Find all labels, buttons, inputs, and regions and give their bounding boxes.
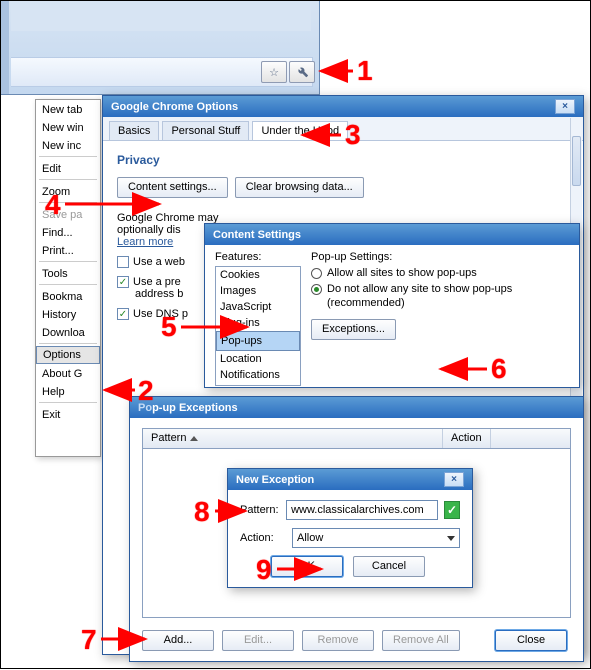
exceptions-titlebar: PoPop-up Exceptionsp-up Exceptions bbox=[130, 397, 583, 418]
chevron-down-icon bbox=[447, 536, 455, 541]
browser-titlebar bbox=[11, 5, 311, 31]
annotation-6: 6 bbox=[491, 353, 507, 385]
feature-item-javascript[interactable]: JavaScript bbox=[216, 299, 300, 315]
sort-ascending-icon bbox=[190, 436, 198, 441]
menu-item-new-incognito[interactable]: New inc bbox=[36, 136, 100, 154]
annotation-9: 9 bbox=[256, 554, 272, 586]
annotation-3: 3 bbox=[345, 119, 361, 151]
options-tabs: Basics Personal Stuff Under the Hood bbox=[103, 117, 583, 141]
checkbox-prediction[interactable]: ✓ bbox=[117, 276, 129, 288]
feature-item-popups[interactable]: Pop-ups bbox=[216, 331, 300, 351]
close-button[interactable]: Close bbox=[495, 630, 567, 651]
wrench-menu-button[interactable] bbox=[289, 61, 315, 83]
tab-basics[interactable]: Basics bbox=[109, 121, 159, 140]
remove-all-button[interactable]: Remove All bbox=[382, 630, 460, 651]
feature-item-plugins[interactable]: Plug-ins bbox=[216, 315, 300, 331]
menu-item-print[interactable]: Print... bbox=[36, 241, 100, 259]
feature-item-notifications[interactable]: Notifications bbox=[216, 367, 300, 383]
content-settings-window: Content Settings Features: Cookies Image… bbox=[204, 223, 580, 388]
wrench-icon bbox=[295, 64, 309, 81]
feature-item-location[interactable]: Location bbox=[216, 351, 300, 367]
close-button[interactable]: × bbox=[555, 99, 575, 114]
menu-item-help[interactable]: Help bbox=[36, 382, 100, 400]
checkbox-label: Use a web bbox=[133, 256, 185, 268]
star-icon: ☆ bbox=[269, 66, 279, 79]
checkbox-label: Use a pre bbox=[133, 276, 181, 288]
cancel-button[interactable]: Cancel bbox=[353, 556, 425, 577]
checkbox-web-service[interactable] bbox=[117, 256, 129, 268]
annotation-2: 2 bbox=[138, 375, 154, 407]
annotation-1: 1 bbox=[357, 55, 373, 87]
exceptions-table-header: Pattern Action bbox=[143, 429, 570, 449]
features-list: Cookies Images JavaScript Plug-ins Pop-u… bbox=[215, 266, 301, 386]
new-exception-titlebar: New Exception × bbox=[228, 469, 472, 490]
options-titlebar: Google Chrome Options × bbox=[103, 96, 583, 117]
annotation-5: 5 bbox=[161, 311, 177, 343]
features-label: Features: bbox=[215, 251, 301, 263]
column-pattern[interactable]: Pattern bbox=[143, 429, 443, 448]
action-label: Action: bbox=[240, 532, 286, 544]
menu-item-find[interactable]: Find... bbox=[36, 223, 100, 241]
menu-separator bbox=[39, 156, 97, 157]
options-title: Google Chrome Options bbox=[111, 101, 238, 113]
tab-personal-stuff[interactable]: Personal Stuff bbox=[162, 121, 249, 140]
ok-button[interactable]: OK bbox=[271, 556, 343, 577]
feature-item-images[interactable]: Images bbox=[216, 283, 300, 299]
menu-item-bookmarks[interactable]: Bookma bbox=[36, 287, 100, 305]
radio-label: Do not allow any site to show pop-ups bbox=[327, 283, 512, 295]
action-select-value: Allow bbox=[297, 532, 323, 544]
annotation-4: 4 bbox=[45, 189, 61, 221]
menu-item-downloads[interactable]: Downloa bbox=[36, 323, 100, 341]
menu-separator bbox=[39, 179, 97, 180]
add-button[interactable]: Add... bbox=[142, 630, 214, 651]
scrollbar-thumb[interactable] bbox=[572, 136, 581, 186]
wrench-context-menu: New tab New win New inc Edit Zoom Save p… bbox=[35, 99, 101, 457]
menu-separator bbox=[39, 284, 97, 285]
menu-item-new-tab[interactable]: New tab bbox=[36, 100, 100, 118]
privacy-heading: Privacy bbox=[117, 153, 569, 167]
bookmark-star-button[interactable]: ☆ bbox=[261, 61, 287, 83]
exceptions-footer: Add... Edit... Remove Remove All Close bbox=[142, 630, 571, 651]
content-settings-titlebar: Content Settings bbox=[205, 224, 579, 245]
clear-browsing-data-button[interactable]: Clear browsing data... bbox=[235, 177, 364, 198]
menu-item-edit[interactable]: Edit bbox=[36, 159, 100, 177]
pattern-input[interactable] bbox=[286, 500, 438, 520]
feature-item-cookies[interactable]: Cookies bbox=[216, 267, 300, 283]
pattern-label: Pattern: bbox=[240, 504, 280, 516]
annotation-8: 8 bbox=[194, 496, 210, 528]
menu-item-about[interactable]: About G bbox=[36, 364, 100, 382]
browser-window-fragment: ☆ bbox=[1, 1, 320, 95]
menu-item-options[interactable]: Options bbox=[36, 346, 100, 364]
annotation-7: 7 bbox=[81, 624, 97, 656]
menu-item-tools[interactable]: Tools bbox=[36, 264, 100, 282]
menu-separator bbox=[39, 402, 97, 403]
column-action[interactable]: Action bbox=[443, 429, 491, 448]
menu-item-new-window[interactable]: New win bbox=[36, 118, 100, 136]
popup-settings-heading: Pop-up Settings: bbox=[311, 251, 569, 263]
checkbox-dns-prefetch[interactable]: ✓ bbox=[117, 308, 129, 320]
menu-separator bbox=[39, 343, 97, 344]
learn-more-link[interactable]: Learn more bbox=[117, 236, 173, 248]
menu-item-history[interactable]: History bbox=[36, 305, 100, 323]
menu-separator bbox=[39, 261, 97, 262]
tab-under-the-hood[interactable]: Under the Hood bbox=[252, 121, 348, 140]
radio-block-popups[interactable] bbox=[311, 284, 322, 295]
menu-item-exit[interactable]: Exit bbox=[36, 405, 100, 423]
valid-check-icon: ✓ bbox=[444, 501, 460, 519]
exceptions-button[interactable]: Exceptions... bbox=[311, 319, 396, 340]
action-select[interactable]: Allow bbox=[292, 528, 460, 548]
radio-label-line2: (recommended) bbox=[327, 297, 569, 309]
radio-label: Allow all sites to show pop-ups bbox=[327, 267, 477, 279]
edit-button[interactable]: Edit... bbox=[222, 630, 294, 651]
remove-button[interactable]: Remove bbox=[302, 630, 374, 651]
close-button[interactable]: × bbox=[444, 472, 464, 487]
content-settings-button[interactable]: Content settings... bbox=[117, 177, 228, 198]
new-exception-title: New Exception bbox=[236, 474, 314, 486]
radio-allow-popups[interactable] bbox=[311, 268, 322, 279]
content-settings-title: Content Settings bbox=[213, 229, 301, 241]
